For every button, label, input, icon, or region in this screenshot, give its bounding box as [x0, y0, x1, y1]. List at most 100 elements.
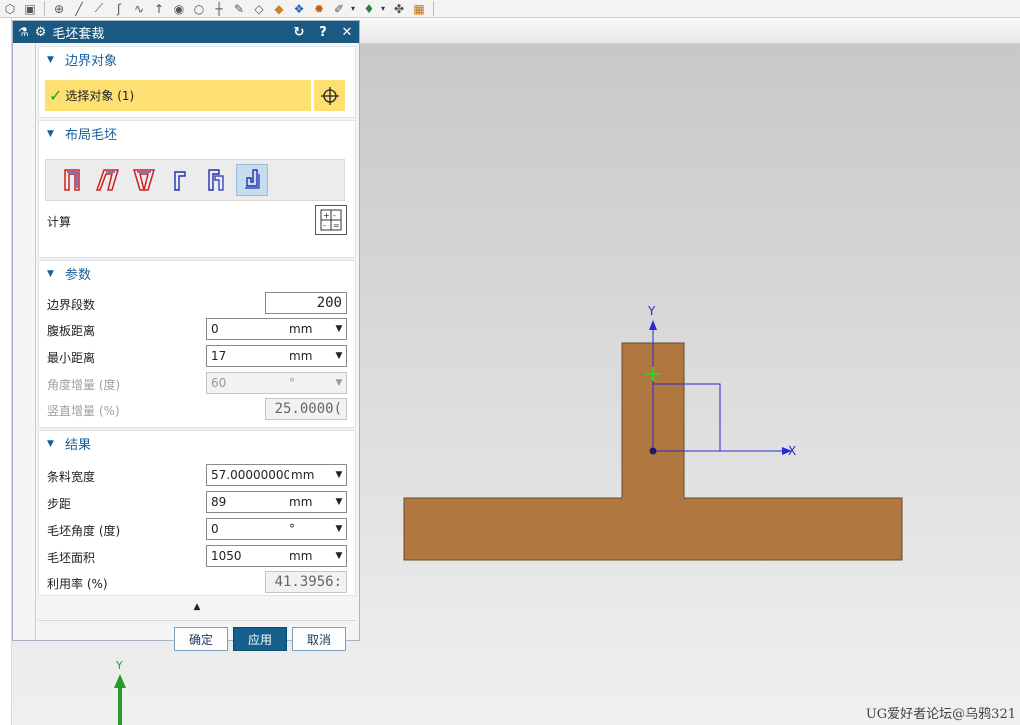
gear-icon[interactable]: ✹	[311, 1, 327, 16]
section-boundary: ▼ 边界对象 ✓ 选择对象 (1)	[38, 46, 356, 118]
toolbar-separator	[433, 1, 434, 16]
layout-slant-button[interactable]	[92, 164, 124, 196]
strip-width-unit: mm	[291, 468, 315, 482]
section-header-results[interactable]: ▼ 结果	[39, 431, 355, 456]
layout-interlock-button[interactable]	[236, 164, 268, 196]
dialog-title: 毛坯套裁	[52, 26, 105, 42]
blank-area-combo[interactable]: 1050 mm ▼	[206, 545, 347, 567]
cross-icon[interactable]: ┼	[211, 1, 227, 16]
layout-icon[interactable]: ▦	[411, 1, 427, 16]
chevron-down-icon[interactable]: ▼	[332, 324, 346, 334]
close-icon[interactable]: ✕	[338, 25, 356, 40]
watermark: UG爱好者论坛@乌鸦321	[865, 707, 1016, 722]
apply-button[interactable]: 应用	[233, 627, 287, 651]
section-header-boundary[interactable]: ▼ 边界对象	[39, 47, 355, 72]
caret-down-icon: ▼	[47, 54, 54, 65]
vertical-increment-label: 竖直增量 (%)	[47, 403, 120, 418]
layers-icon[interactable]: ❖	[291, 1, 307, 16]
dialog-titlebar[interactable]: ⚗ ⚙ 毛坯套裁 ↻ ? ✕	[13, 21, 359, 43]
curve-icon[interactable]: ʃ	[111, 1, 127, 16]
blank-angle-value: 0	[211, 522, 219, 536]
dialog-body: ▼ 边界对象 ✓ 选择对象 (1) ▼ 布局毛坯 计算 + - - = ▼ 参数…	[35, 44, 359, 651]
section-header-layout[interactable]: ▼ 布局毛坯	[39, 121, 355, 146]
calculate-button[interactable]: + - - =	[315, 205, 347, 235]
main-toolbar: ⬡ ▣ ⊕ ╱ ⟋ ʃ ∿ ↑ ◉ ○ ┼ ✎ ◇ ◆ ❖ ✹ ✐ ▾ ♦ ▾ …	[0, 0, 1020, 18]
reset-icon[interactable]: ↻	[290, 25, 308, 40]
blank-nesting-dialog: ⚗ ⚙ 毛坯套裁 ↻ ? ✕ ▼ 边界对象 ✓ 选择对象 (1) ▼ 布局毛坯	[12, 20, 360, 651]
chevron-down-icon[interactable]: ▾	[381, 4, 387, 13]
spline-icon[interactable]: ∿	[131, 1, 147, 16]
section-header-params[interactable]: ▼ 参数	[39, 261, 355, 286]
arrow-up-icon[interactable]: ↑	[151, 1, 167, 16]
cube-icon[interactable]: ⬡	[2, 1, 18, 16]
strip-width-label: 条料宽度	[47, 469, 96, 484]
boundary-segments-input[interactable]: 200	[265, 292, 347, 314]
select-crosshair-button[interactable]	[313, 80, 345, 111]
blank-area-label: 毛坯面积	[47, 550, 96, 565]
chart-icon[interactable]: ♦	[361, 1, 377, 16]
crosshair-icon	[320, 86, 339, 105]
ruler-icon[interactable]: ✐	[331, 1, 347, 16]
t-base	[403, 497, 903, 561]
min-distance-unit: mm	[289, 349, 313, 363]
camera-icon[interactable]: ✤	[391, 1, 407, 16]
web-distance-value: 0	[211, 322, 219, 336]
brush-icon[interactable]: ◆	[271, 1, 287, 16]
blank-angle-combo[interactable]: 0 ° ▼	[206, 518, 347, 540]
sketch-line-icon[interactable]: ⟋	[91, 1, 107, 16]
blank-angle-label: 毛坯角度 (度)	[47, 523, 121, 538]
select-object-label: 选择对象 (1)	[65, 89, 135, 103]
chevron-down-icon[interactable]: ▼	[332, 551, 346, 561]
app-logo-icon: ⚗	[18, 25, 29, 39]
section-results: ▼ 结果 条料宽度 57.00000000 mm ▼ 步距 89 mm ▼ 毛坯…	[38, 430, 356, 596]
resource-bar	[0, 18, 12, 725]
chevron-down-icon[interactable]: ▼	[332, 470, 346, 480]
calculate-label: 计算	[47, 215, 72, 229]
strip-width-combo[interactable]: 57.00000000 mm ▼	[206, 464, 347, 486]
help-icon[interactable]: ?	[314, 25, 332, 40]
chevron-down-icon[interactable]: ▼	[332, 497, 346, 507]
web-distance-unit: mm	[289, 322, 313, 336]
svg-text:+: +	[323, 211, 330, 220]
collapse-arrow-icon[interactable]: ▲	[38, 598, 356, 616]
calculator-icon: + -- =	[320, 209, 342, 231]
chevron-down-icon[interactable]: ▼	[332, 351, 346, 361]
eraser-icon[interactable]: ◇	[251, 1, 267, 16]
layout-single-button[interactable]	[56, 164, 88, 196]
triad-y-arrow	[114, 674, 126, 688]
boundary-segments-label: 边界段数	[47, 297, 96, 312]
caret-down-icon: ▼	[47, 438, 54, 449]
checkmark-icon: ✓	[49, 86, 63, 105]
caret-down-icon: ▼	[47, 128, 54, 139]
ok-button[interactable]: 确定	[174, 627, 228, 651]
layout-inverse-button[interactable]	[128, 164, 160, 196]
crosshair-icon[interactable]: ⊕	[51, 1, 67, 16]
line-icon[interactable]: ╱	[71, 1, 87, 16]
x-axis-label: X	[788, 444, 797, 458]
layout-l-button[interactable]	[164, 164, 196, 196]
point-target-icon[interactable]: ◉	[171, 1, 187, 16]
chevron-down-icon[interactable]: ▼	[332, 524, 346, 534]
min-distance-combo[interactable]: 17 mm ▼	[206, 345, 347, 367]
utilization-label: 利用率 (%)	[47, 576, 108, 591]
blank-area-value: 1050	[211, 549, 242, 563]
section-layout: ▼ 布局毛坯 计算 + - - =	[38, 120, 356, 258]
section-params: ▼ 参数 边界段数 200 腹板距离 0 mm ▼ 最小距离 17 mm ▼ 角…	[38, 260, 356, 428]
web-distance-label: 腹板距离	[47, 323, 96, 338]
section-title: 结果	[65, 438, 92, 453]
layout-double-l-button[interactable]	[200, 164, 232, 196]
strip-width-value: 57.00000000	[211, 468, 289, 482]
section-title: 参数	[65, 268, 92, 283]
circle-icon[interactable]: ○	[191, 1, 207, 16]
angle-increment-label: 角度增量 (度)	[47, 377, 121, 392]
cancel-button[interactable]: 取消	[292, 627, 346, 651]
web-distance-combo[interactable]: 0 mm ▼	[206, 318, 347, 340]
pen-icon[interactable]: ✎	[231, 1, 247, 16]
pitch-combo[interactable]: 89 mm ▼	[206, 491, 347, 513]
pitch-label: 步距	[47, 496, 72, 511]
blank-area-unit: mm	[289, 549, 313, 563]
select-object-field[interactable]: ✓ 选择对象 (1)	[45, 80, 311, 111]
chevron-down-icon[interactable]: ▾	[351, 4, 357, 13]
box-icon[interactable]: ▣	[22, 1, 38, 16]
chevron-down-icon: ▼	[335, 378, 343, 388]
